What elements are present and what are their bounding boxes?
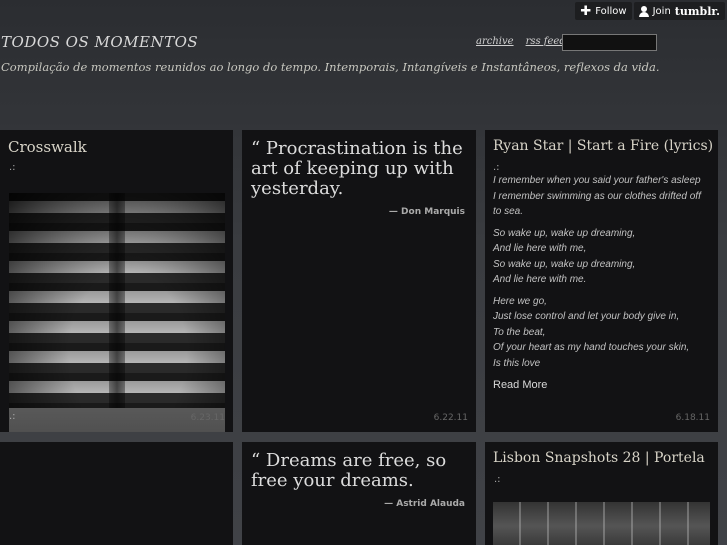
follow-label: Follow xyxy=(595,5,627,17)
post-marker: .: xyxy=(493,162,500,173)
lyric-line: Is this love xyxy=(493,357,541,369)
archive-link[interactable]: archive xyxy=(476,36,514,47)
lyric-line: And lie here with me, xyxy=(493,243,587,254)
site-title[interactable]: TODOS OS MOMENTOS xyxy=(1,33,198,51)
post-crosswalk: Crosswalk .: .: 6.23.11 xyxy=(0,130,233,432)
quote-text: “ Dreams are free, so free your dreams. xyxy=(251,450,447,491)
post-lisbon-snapshots: Lisbon Snapshots 28 | Portela .: xyxy=(485,442,718,545)
quote-text: “ Procrastination is the art of keeping … xyxy=(251,138,463,199)
post-title[interactable]: Ryan Star | Start a Fire (lyrics) xyxy=(493,138,713,154)
post-marker: .: xyxy=(494,474,501,485)
lyric-line: Of your heart as my hand touches your sk… xyxy=(493,342,690,353)
tumblr-controls: ✚ Follow Join tumblr. xyxy=(575,2,725,20)
join-tumblr-button[interactable]: Join tumblr. xyxy=(633,2,725,20)
top-nav: archive rss feed xyxy=(476,36,566,47)
post-image-panel[interactable] xyxy=(0,442,233,545)
post-marker: .: xyxy=(9,162,16,173)
post-ryan-star: Ryan Star | Start a Fire (lyrics) .: I r… xyxy=(485,130,718,432)
lyric-line: So wake up, wake up dreaming, xyxy=(493,227,636,239)
post-marker-bottom: .: xyxy=(9,411,16,422)
lyrics-body: I remember when you said your father's a… xyxy=(493,173,711,371)
read-more-link[interactable]: Read More xyxy=(493,379,711,391)
lyric-line: Just lose control and let your body give… xyxy=(493,311,680,322)
lyric-line: To the beat, xyxy=(493,326,546,338)
lisbon-photo[interactable] xyxy=(493,502,710,545)
lyric-line: So wake up, wake up dreaming, xyxy=(493,258,636,270)
follow-button[interactable]: ✚ Follow xyxy=(575,2,632,20)
crosswalk-photo[interactable] xyxy=(9,193,225,432)
quote-source: — Don Marquis xyxy=(388,207,465,217)
post-title[interactable]: Lisbon Snapshots 28 | Portela xyxy=(493,450,705,466)
site-description: Compilação de momentos reunidos ao longo… xyxy=(1,60,660,74)
person-icon xyxy=(638,5,649,17)
lyric-line: And lie here with me. xyxy=(493,274,587,285)
rss-feed-link[interactable]: rss feed xyxy=(526,36,566,47)
post-quote-procrastination: “ Procrastination is the art of keeping … xyxy=(242,130,476,432)
post-title[interactable]: Crosswalk xyxy=(8,138,87,156)
post-date[interactable]: 6.23.11 xyxy=(191,413,225,423)
lyric-line: I remember swimming as our clothes drift… xyxy=(493,190,701,218)
lyric-line: Here we go, xyxy=(493,295,547,307)
plus-icon: ✚ xyxy=(580,3,592,19)
quote-source: — Astrid Alauda xyxy=(384,499,465,509)
search-input[interactable] xyxy=(562,34,657,51)
lyric-line: I remember when you said your father's a… xyxy=(493,175,701,186)
tumblr-logo: tumblr. xyxy=(674,4,720,18)
post-date[interactable]: 6.22.11 xyxy=(434,413,468,423)
post-date[interactable]: 6.18.11 xyxy=(676,413,710,423)
post-quote-dreams: “ Dreams are free, so free your dreams. … xyxy=(242,442,476,545)
join-label: Join xyxy=(652,5,671,17)
